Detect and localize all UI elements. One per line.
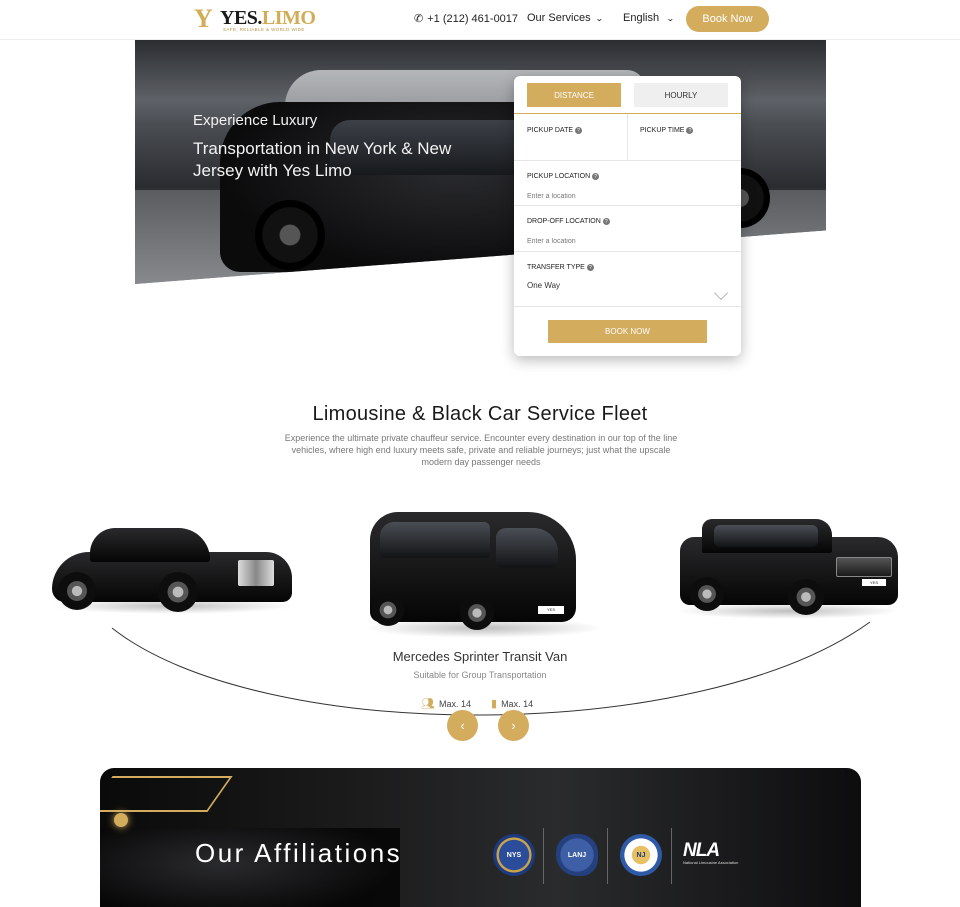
hero-wheel xyxy=(255,200,325,270)
dropoff-location-label: DROP-OFF LOCATION? xyxy=(527,218,610,225)
car-wheel xyxy=(158,572,198,612)
affiliations-section: Our Affiliations NYS LANJ NJ NLA Nationa… xyxy=(100,768,861,907)
logo-wordmark: YES.LIMO xyxy=(220,7,316,29)
help-icon[interactable]: ? xyxy=(686,127,694,134)
car-wheel xyxy=(690,577,724,611)
nla-logo-text: NLA xyxy=(683,840,720,861)
gold-dot-decoration xyxy=(114,813,128,827)
luggage-capacity: ▮ Max. 14 xyxy=(491,697,533,710)
carousel-prev-button[interactable]: ‹ xyxy=(447,710,478,741)
pickup-location-label: PICKUP LOCATION? xyxy=(527,173,600,180)
dropoff-location-input[interactable] xyxy=(527,235,727,247)
car-window xyxy=(380,522,490,558)
vehicle-suv-image[interactable]: YES xyxy=(676,515,901,620)
luggage-capacity-value: Max. 14 xyxy=(501,698,534,709)
logo-mark: Y xyxy=(194,4,213,33)
divider xyxy=(514,251,741,252)
nav-services-label: Our Services xyxy=(527,12,591,24)
transfer-type-label: TRANSFER TYPE? xyxy=(527,264,594,271)
luggage-icon: ▮ xyxy=(491,698,498,710)
car-wheel xyxy=(460,596,494,630)
booking-book-now-button[interactable]: BOOK NOW xyxy=(548,320,707,343)
hero-title-line1: Experience Luxury xyxy=(193,112,318,129)
nla-logo-subtext: National Limousine Association xyxy=(683,860,739,865)
pickup-time-field[interactable] xyxy=(640,140,735,152)
phone-number: +1 (212) 461-0017 xyxy=(427,12,519,25)
tab-distance[interactable]: DISTANCE xyxy=(527,83,621,107)
phone-link[interactable]: ✆ +1 (212) 461-0017 xyxy=(414,12,519,26)
pickup-time-label: PICKUP TIME? xyxy=(640,127,694,134)
help-icon[interactable]: ? xyxy=(592,173,600,180)
passengers-icon: 👥︎ xyxy=(421,698,435,710)
nj-seal-logo[interactable]: NJ xyxy=(620,834,662,876)
logo-tagline: SAFE, RELIABLE & WORLD WIDE xyxy=(223,27,305,32)
header-book-now-button[interactable]: Book Now xyxy=(686,6,769,32)
logo[interactable]: Y YES.LIMO SAFE, RELIABLE & WORLD WIDE xyxy=(194,6,324,34)
car-wheel xyxy=(372,594,404,626)
nav-our-services[interactable]: Our Services ⌄ xyxy=(527,12,604,24)
fleet-section-title: Limousine & Black Car Service Fleet xyxy=(312,403,648,425)
nys-seal-logo[interactable]: NYS xyxy=(493,834,535,876)
transfer-type-select[interactable]: One Way xyxy=(527,281,560,290)
car-wheel xyxy=(58,572,96,610)
language-selector[interactable]: English ⌄ xyxy=(623,12,675,24)
pickup-date-field[interactable] xyxy=(527,140,622,152)
tab-hourly[interactable]: HOURLY xyxy=(634,83,728,107)
nla-logo[interactable]: NLA National Limousine Association xyxy=(683,840,761,868)
chevron-down-icon: ⌄ xyxy=(594,13,604,23)
divider xyxy=(607,828,608,884)
vehicle-subtitle: Suitable for Group Transportation xyxy=(413,670,547,680)
divider xyxy=(514,160,741,161)
divider xyxy=(627,114,628,160)
divider xyxy=(671,828,672,884)
passenger-capacity: 👥︎ Max. 14 xyxy=(421,697,471,710)
pickup-location-input[interactable] xyxy=(527,190,727,202)
lanj-logo[interactable]: LANJ xyxy=(556,834,598,876)
car-wheel xyxy=(788,579,824,615)
help-icon[interactable]: ? xyxy=(586,264,594,271)
vehicle-name: Mercedes Sprinter Transit Van xyxy=(392,649,568,664)
phone-icon: ✆ xyxy=(414,13,424,25)
help-icon[interactable]: ? xyxy=(602,218,610,225)
chevron-down-icon[interactable] xyxy=(713,285,729,301)
passenger-capacity-value: Max. 14 xyxy=(438,698,471,709)
license-plate: YES xyxy=(538,606,564,614)
hero-title-line2: Transportation in New York & New Jersey … xyxy=(193,139,452,180)
affiliations-title: Our Affiliations xyxy=(195,838,403,868)
license-plate: YES xyxy=(862,579,886,586)
carousel-next-button[interactable]: › xyxy=(498,710,529,741)
gold-line-decoration xyxy=(100,776,233,812)
car-roof xyxy=(90,528,210,562)
pickup-date-label: PICKUP DATE? xyxy=(527,127,583,134)
divider xyxy=(543,828,544,884)
chevron-down-icon: ⌄ xyxy=(666,13,675,23)
site-header: Y YES.LIMO SAFE, RELIABLE & WORLD WIDE ✆… xyxy=(0,0,960,40)
car-grille xyxy=(238,560,274,586)
divider xyxy=(514,306,741,307)
help-icon[interactable]: ? xyxy=(575,127,583,134)
booking-form: DISTANCE HOURLY PICKUP DATE? PICKUP TIME… xyxy=(514,76,741,356)
divider xyxy=(514,205,741,206)
car-windshield xyxy=(496,528,558,568)
car-grille xyxy=(836,557,892,577)
car-window xyxy=(714,525,818,547)
language-label: English xyxy=(623,12,660,24)
vehicle-convertible-image[interactable] xyxy=(50,520,295,615)
vehicle-sprinter-van-image[interactable]: YES xyxy=(364,508,604,638)
